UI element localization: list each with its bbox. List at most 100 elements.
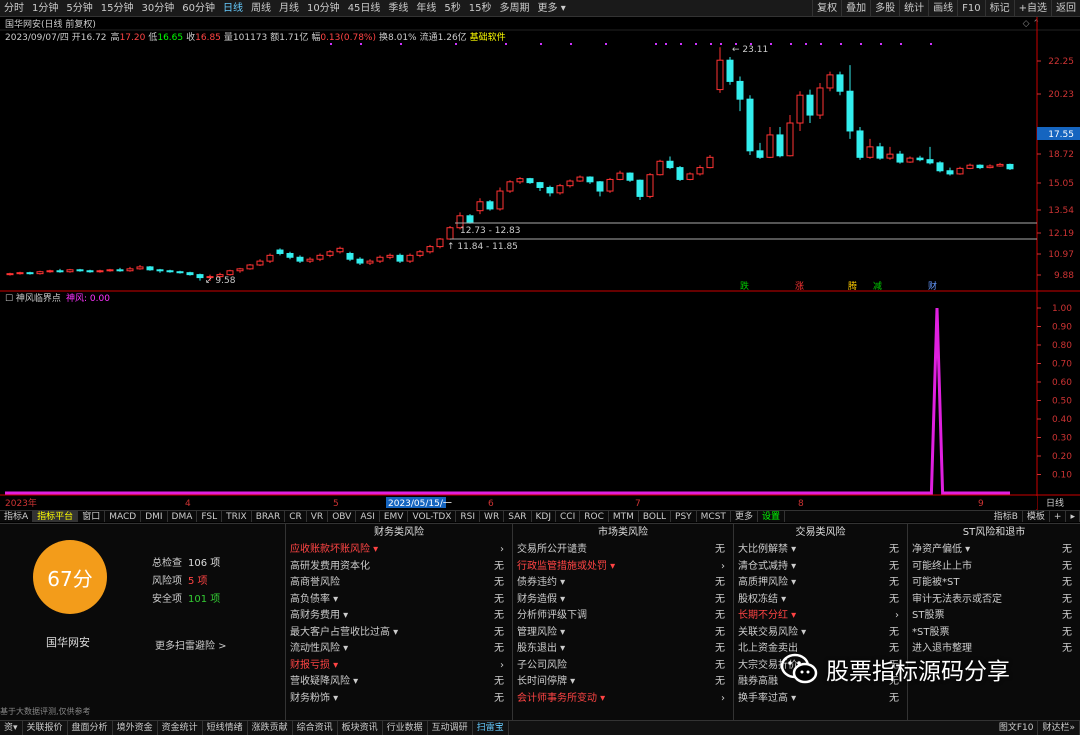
period-tab-16[interactable]: 更多 ▾ [534, 0, 570, 16]
indicator-tab-19[interactable]: CCI [556, 511, 581, 522]
tool-button-4[interactable]: 画线 [928, 0, 957, 16]
bottom-tab-6[interactable]: 涨跌贡献 [248, 721, 293, 735]
indicator-tab-20[interactable]: ROC [580, 511, 609, 522]
risk-row[interactable]: 流动性风险 ▾ 无 [286, 641, 512, 658]
tool-button-6[interactable]: 标记 [984, 0, 1014, 16]
indicator-tab-10[interactable]: VR [307, 511, 329, 522]
risk-row[interactable]: 股东退出 ▾ 无 [513, 641, 733, 658]
period-tab-1[interactable]: 1分钟 [28, 0, 62, 16]
period-tab-12[interactable]: 年线 [412, 0, 440, 16]
indicator-tab-4[interactable]: DMI [141, 511, 168, 522]
indicator-tab-23[interactable]: PSY [671, 511, 697, 522]
risk-row[interactable]: 财务造假 ▾ 无 [513, 592, 733, 609]
tool-button-1[interactable]: 叠加 [841, 0, 870, 16]
risk-row[interactable]: 最大客户占营收比过高 ▾ 无 [286, 625, 512, 642]
indicator-tab-22[interactable]: BOLL [639, 511, 672, 522]
more-scan-link[interactable]: 更多扫雷避险 > [155, 637, 227, 652]
bottom-tab-10[interactable]: 互动调研 [428, 721, 473, 735]
risk-row[interactable]: 可能被*ST 无 [908, 575, 1080, 592]
tool-button-3[interactable]: 统计 [899, 0, 928, 16]
risk-row[interactable]: 长期不分红 ▾ › [734, 608, 907, 625]
bottom-tab-11[interactable]: 扫雷宝 [473, 721, 509, 735]
risk-row[interactable]: 长时间停牌 ▾ 无 [513, 674, 733, 691]
period-tab-5[interactable]: 60分钟 [178, 0, 219, 16]
risk-row[interactable]: 换手率过高 ▾ 无 [734, 691, 907, 708]
tool-button-2[interactable]: 多股 [870, 0, 899, 16]
risk-row[interactable]: 营收疑降风险 ▾ 无 [286, 674, 512, 691]
indicator-tab-25[interactable]: 更多 [731, 511, 758, 522]
period-tab-13[interactable]: 5秒 [440, 0, 464, 16]
tool-button-7[interactable]: +自选 [1013, 0, 1051, 16]
period-tab-7[interactable]: 周线 [247, 0, 275, 16]
risk-row[interactable]: 会计师事务所变动 ▾ › [513, 691, 733, 708]
risk-row[interactable]: 应收账款坏账风险 ▾ › [286, 542, 512, 559]
risk-row[interactable]: 交易所公开谴责 无 [513, 542, 733, 559]
indicator-tab-12[interactable]: ASI [356, 511, 380, 522]
bottom-tab-4[interactable]: 资金统计 [158, 721, 203, 735]
risk-row[interactable]: 高质押风险 ▾ 无 [734, 575, 907, 592]
risk-row[interactable]: 高研发费用资本化 无 [286, 559, 512, 576]
tool-button-5[interactable]: F10 [957, 0, 984, 16]
indicator-tab-0[interactable]: 指标A [0, 511, 34, 522]
period-tab-14[interactable]: 15秒 [465, 0, 496, 16]
event-marker[interactable]: 财 [928, 280, 937, 292]
risk-row[interactable]: 高负债率 ▾ 无 [286, 592, 512, 609]
tool-button-8[interactable]: 返回 [1051, 0, 1080, 16]
bottom-tab-3[interactable]: 境外资金 [113, 721, 158, 735]
period-tab-0[interactable]: 分时 [0, 0, 28, 16]
risk-row[interactable]: 净资产偏低 ▾ 无 [908, 542, 1080, 559]
indicator-tab-18[interactable]: KDJ [532, 511, 556, 522]
bottom-tab-7[interactable]: 综合资讯 [293, 721, 338, 735]
risk-row[interactable]: 高财务费用 ▾ 无 [286, 608, 512, 625]
indicator-tab-5[interactable]: DMA [168, 511, 198, 522]
risk-row[interactable]: 财报亏损 ▾ › [286, 658, 512, 675]
indicator-tab-11[interactable]: OBV [328, 511, 357, 522]
indicator-tab-8[interactable]: BRAR [252, 511, 286, 522]
event-marker[interactable]: 减 [873, 280, 882, 292]
indicator-tab-7[interactable]: TRIX [222, 511, 252, 522]
indicator-right-2[interactable]: + [1050, 511, 1067, 522]
event-marker[interactable]: 腾 [848, 280, 857, 292]
risk-row[interactable]: 大比例解禁 ▾ 无 [734, 542, 907, 559]
period-tab-9[interactable]: 10分钟 [303, 0, 344, 16]
indicator-tab-15[interactable]: RSI [456, 511, 481, 522]
risk-row[interactable]: *ST股票 无 [908, 625, 1080, 642]
risk-row[interactable]: 股权冻结 ▾ 无 [734, 592, 907, 609]
event-marker[interactable]: 涨 [795, 281, 804, 292]
risk-row[interactable]: 财务粉饰 ▾ 无 [286, 691, 512, 708]
risk-row[interactable]: 子公司风险 无 [513, 658, 733, 675]
bottom-tab-5[interactable]: 短线情绪 [203, 721, 248, 735]
risk-row[interactable]: 审计无法表示或否定 无 [908, 592, 1080, 609]
risk-row[interactable]: 清仓式减持 ▾ 无 [734, 559, 907, 576]
risk-row[interactable]: 债券违约 ▾ 无 [513, 575, 733, 592]
indicator-tab-2[interactable]: 窗口 [78, 511, 106, 522]
indicator-tab-6[interactable]: FSL [197, 511, 223, 522]
bottom-right-0[interactable]: 图文F10 [995, 721, 1039, 735]
period-tab-2[interactable]: 5分钟 [62, 0, 96, 16]
risk-row[interactable]: ST股票 无 [908, 608, 1080, 625]
tool-button-0[interactable]: 复权 [812, 0, 841, 16]
period-tab-15[interactable]: 多周期 [496, 0, 534, 16]
period-tab-3[interactable]: 15分钟 [97, 0, 138, 16]
chart-area[interactable]: 22.25 20.23 18.72 17.55 15.05 13.54 12.19 10.97… [0, 17, 1080, 510]
indicator-tab-9[interactable]: CR [285, 511, 307, 522]
indicator-right-1[interactable]: 模板 [1023, 511, 1050, 522]
bottom-tab-2[interactable]: 盘面分析 [68, 721, 113, 735]
period-tab-6[interactable]: 日线 [219, 0, 247, 16]
indicator-tab-3[interactable]: MACD [105, 511, 142, 522]
bottom-right-1[interactable]: 财达栏» [1038, 721, 1080, 735]
period-tab-4[interactable]: 30分钟 [137, 0, 178, 16]
indicator-tab-16[interactable]: WR [480, 511, 505, 522]
risk-row[interactable]: 高商誉风险 无 [286, 575, 512, 592]
indicator-tab-17[interactable]: SAR [504, 511, 532, 522]
indicator-tab-14[interactable]: VOL-TDX [408, 511, 457, 522]
period-tab-11[interactable]: 季线 [384, 0, 412, 16]
indicator-tab-13[interactable]: EMV [380, 511, 409, 522]
indicator-right-0[interactable]: 指标B [990, 511, 1023, 522]
indicator-tab-24[interactable]: MCST [697, 511, 731, 522]
indicator-tab-21[interactable]: MTM [609, 511, 639, 522]
period-tab-8[interactable]: 月线 [275, 0, 303, 16]
risk-row[interactable]: 可能终止上市 无 [908, 559, 1080, 576]
event-marker[interactable]: 跌 [740, 281, 749, 292]
bottom-tab-9[interactable]: 行业数据 [383, 721, 428, 735]
